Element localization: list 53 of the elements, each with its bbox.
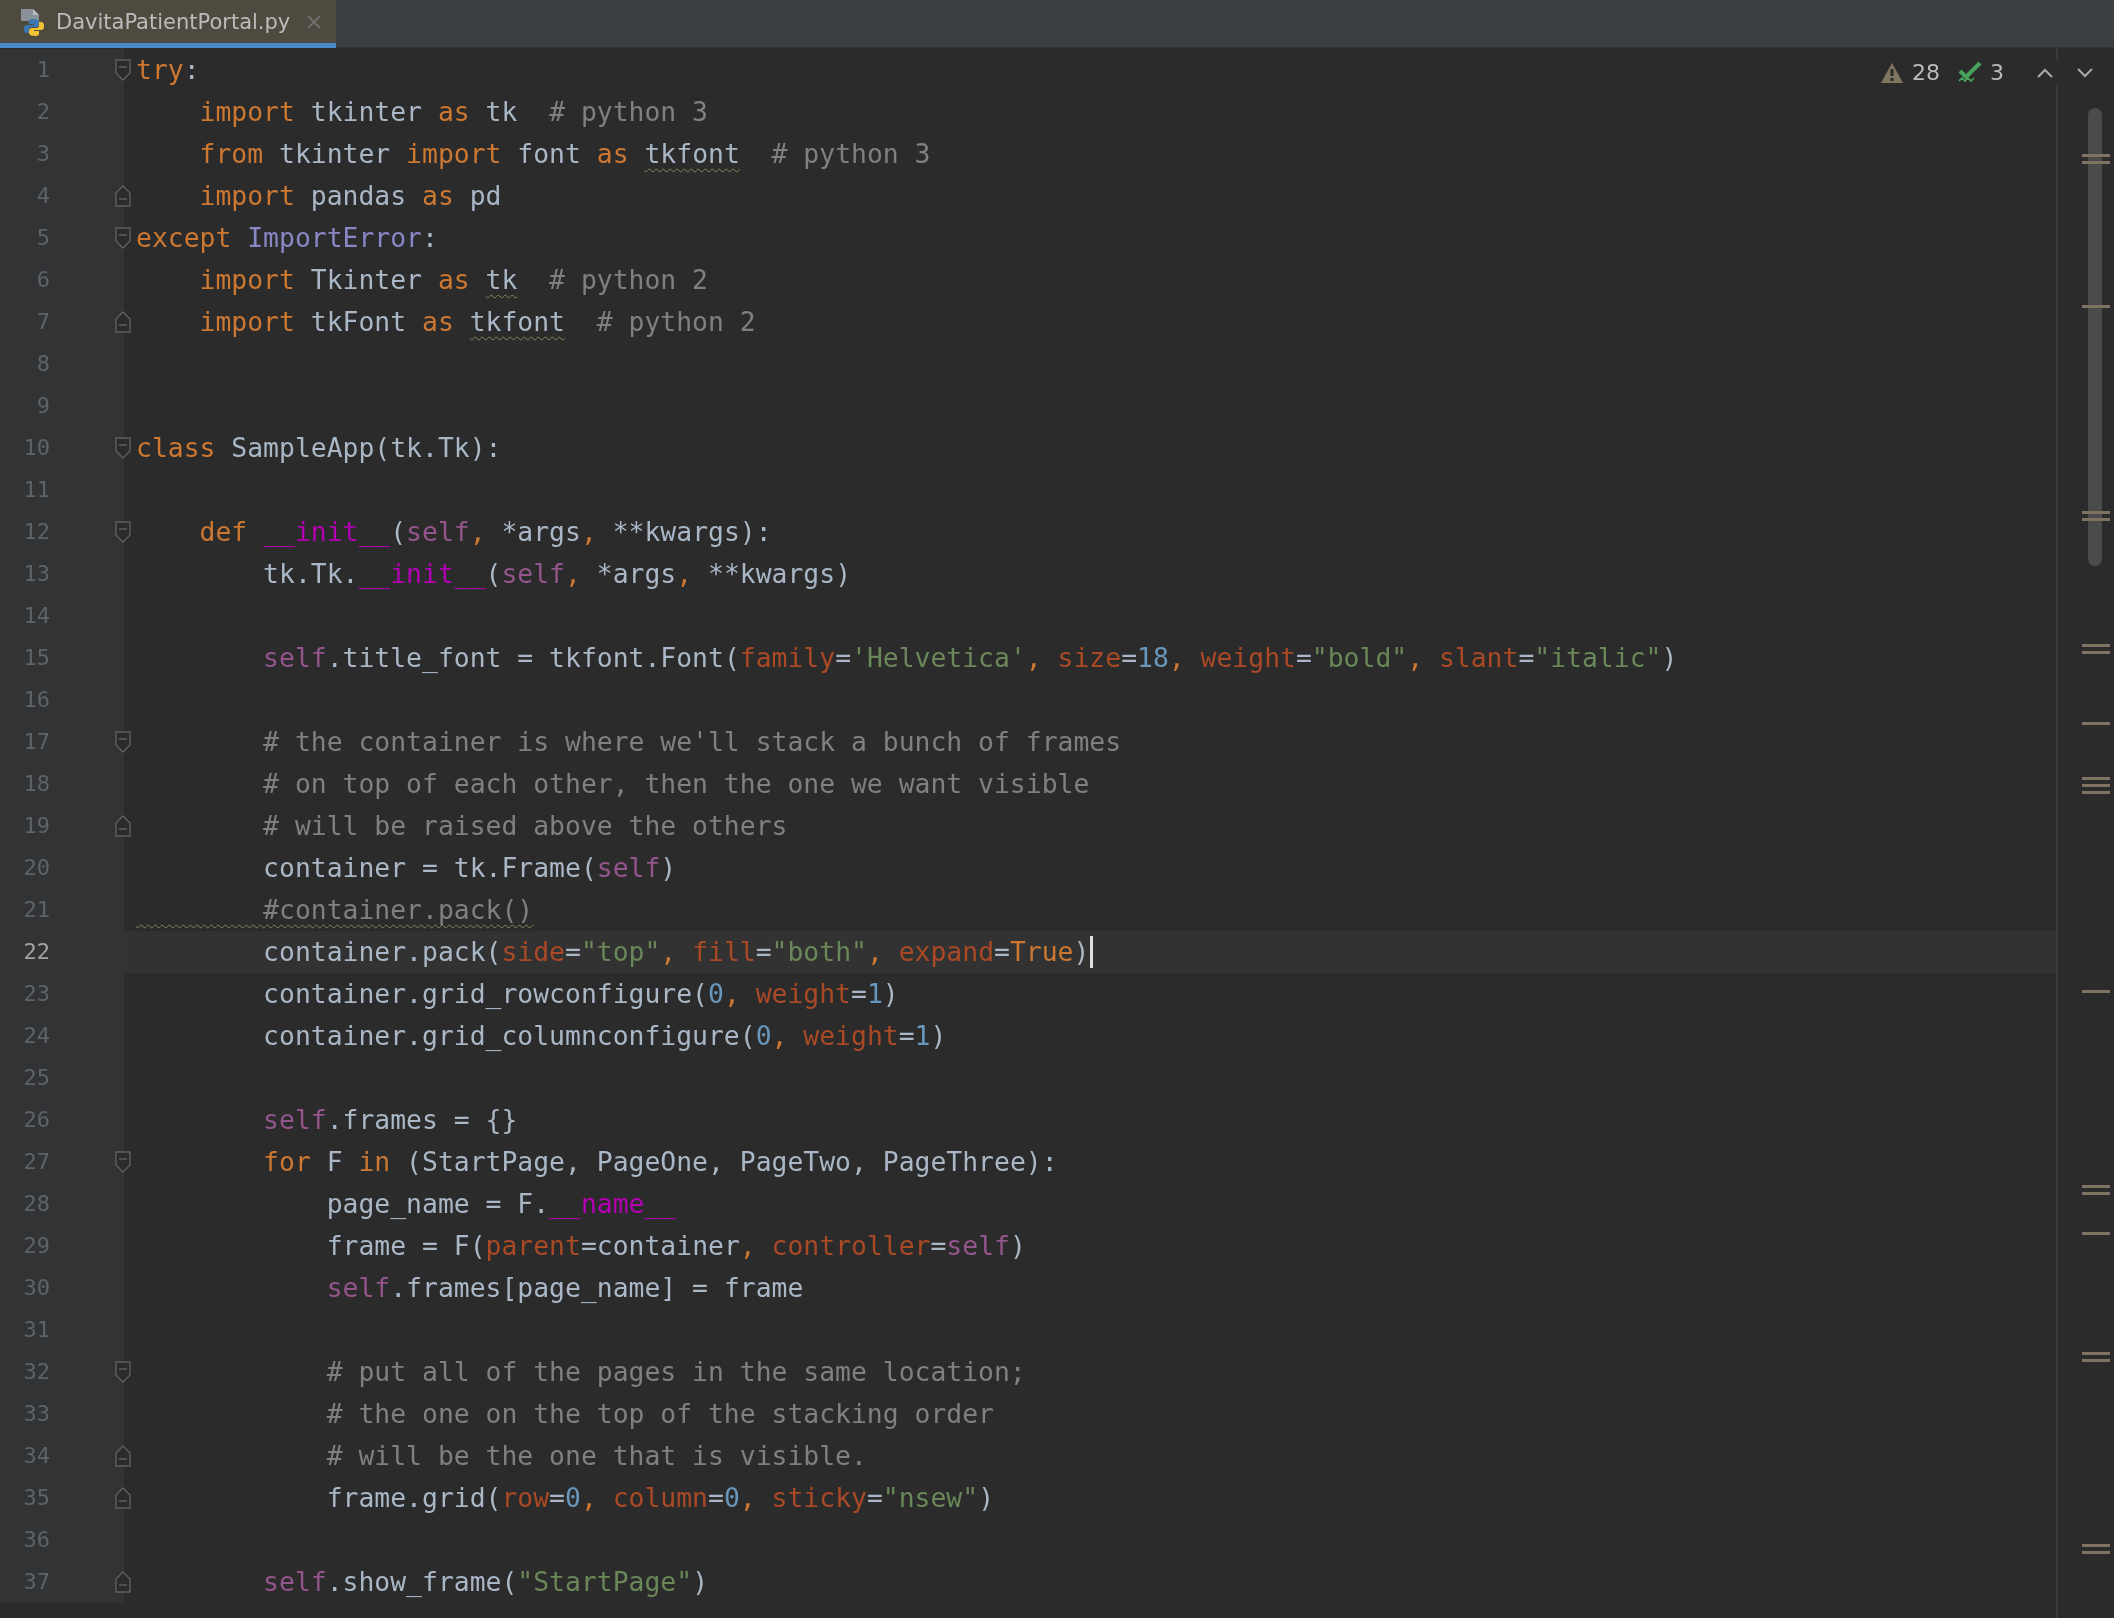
fold-marker-icon[interactable] bbox=[115, 311, 131, 333]
fold-marker-icon[interactable] bbox=[115, 1361, 131, 1383]
text-cursor bbox=[1090, 936, 1094, 968]
code-line: self.frames[page_name] = frame bbox=[325, 1271, 804, 1305]
code-line: # the one on the top of the stacking order bbox=[325, 1397, 994, 1431]
code-line: container.pack(side="top", fill="both", expand=True) bbox=[262, 935, 1090, 969]
code-line: for F in (StartPage, PageOne, PageTwo, PageThree): bbox=[262, 1145, 1058, 1179]
chevron-up-icon[interactable] bbox=[2036, 66, 2054, 79]
fold-marker-icon[interactable] bbox=[115, 437, 131, 459]
code-line: #container.pack() bbox=[262, 893, 534, 927]
fold-marker-icon[interactable] bbox=[115, 1571, 131, 1593]
code-line: # the container is where we'll stack a bunch of frames bbox=[262, 725, 1122, 759]
code-line: except ImportError: bbox=[136, 221, 438, 255]
code-line: import pandas as pd bbox=[198, 179, 502, 213]
code-line: container.grid_rowconfigure(0, weight=1) bbox=[262, 977, 899, 1011]
warning-icon[interactable] bbox=[1880, 61, 1904, 84]
code-line: container.grid_columnconfigure(0, weight=1) bbox=[262, 1019, 947, 1053]
weak-warning-count: 3 bbox=[1990, 60, 2004, 85]
checkmark-icon[interactable] bbox=[1958, 60, 1982, 85]
code-line: import tkinter as tk # python 3 bbox=[198, 95, 708, 129]
warning-count: 28 bbox=[1912, 60, 1940, 85]
code-line: self.frames = {} bbox=[262, 1103, 518, 1137]
code-line: frame.grid(row=0, column=0, sticky="nsew") bbox=[325, 1481, 995, 1515]
code-line: tk.Tk.__init__(self, *args, **kwargs) bbox=[262, 557, 852, 591]
code-line: import tkFont as tkfont # python 2 bbox=[198, 305, 756, 339]
code-line: from tkinter import font as tkfont # python 3 bbox=[198, 137, 931, 171]
file-tab[interactable]: DavitaPatientPortal.py bbox=[0, 0, 337, 48]
code-line: self.title_font = tkfont.Font(family='Helvetica', size=18, weight="bold", slant="italic") bbox=[262, 641, 1678, 675]
code-line: import Tkinter as tk # python 2 bbox=[198, 263, 708, 297]
code-line: frame = F(parent=container, controller=self) bbox=[325, 1229, 1026, 1263]
chevron-down-icon[interactable] bbox=[2076, 66, 2094, 79]
fold-marker-icon[interactable] bbox=[115, 731, 131, 753]
code-line: self.show_frame("StartPage") bbox=[262, 1565, 708, 1599]
close-icon[interactable] bbox=[306, 13, 323, 30]
fold-marker-icon[interactable] bbox=[115, 1151, 131, 1173]
line-number: 22 bbox=[23, 938, 50, 966]
fold-marker-icon[interactable] bbox=[115, 521, 131, 543]
code-line: # will be raised above the others bbox=[262, 809, 788, 843]
fold-marker-icon[interactable] bbox=[115, 59, 131, 81]
fold-marker-icon[interactable] bbox=[115, 227, 131, 249]
fold-marker-icon[interactable] bbox=[115, 1487, 131, 1509]
fold-marker-icon[interactable] bbox=[115, 1445, 131, 1467]
code-line: # will be the one that is visible. bbox=[325, 1439, 867, 1473]
code-line: # put all of the pages in the same location; bbox=[325, 1355, 1026, 1389]
code-line: class SampleApp(tk.Tk): bbox=[136, 431, 502, 465]
fold-marker-icon[interactable] bbox=[115, 185, 131, 207]
code-line: try: bbox=[136, 53, 200, 87]
code-line: page_name = F.__name__ bbox=[325, 1187, 677, 1221]
code-line: container = tk.Frame(self) bbox=[262, 851, 677, 885]
scrollbar-thumb[interactable] bbox=[2088, 108, 2102, 566]
code-line: # on top of each other, then the one we want visible bbox=[262, 767, 1090, 801]
fold-marker-icon[interactable] bbox=[115, 815, 131, 837]
code-line: def __init__(self, *args, **kwargs): bbox=[198, 515, 772, 549]
